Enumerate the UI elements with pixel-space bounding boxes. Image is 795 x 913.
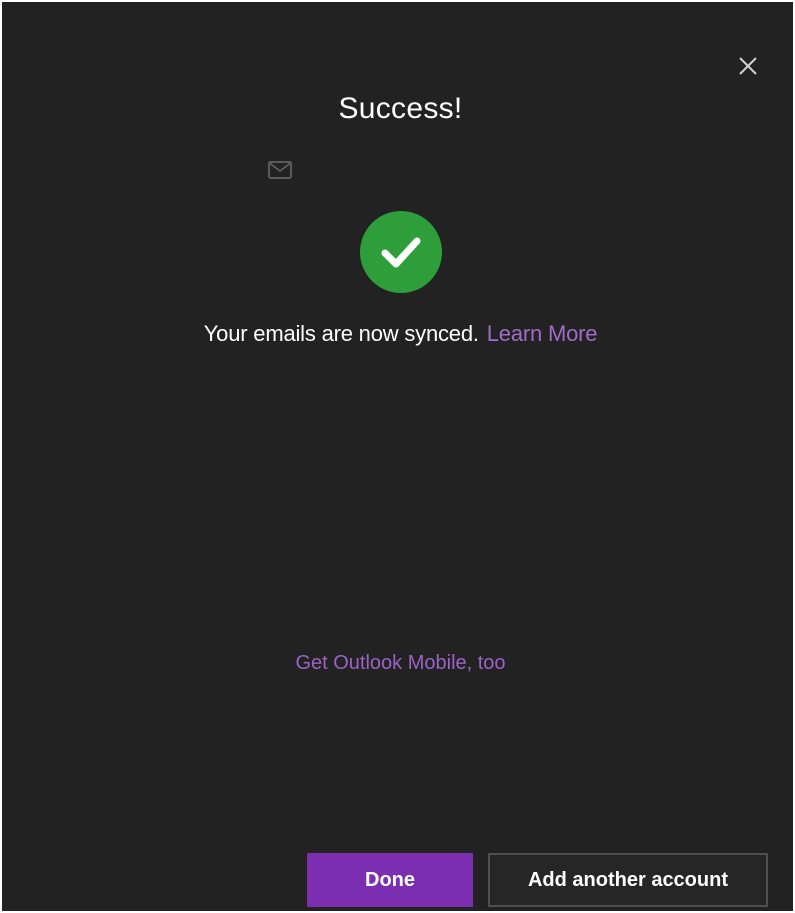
sync-status-text: Your emails are now synced.: [203, 321, 479, 346]
learn-more-link[interactable]: Learn More: [487, 321, 598, 346]
sync-status-message: Your emails are now synced. Learn More: [2, 321, 795, 347]
success-dialog: Success! Your emails are now synced. Lear…: [2, 2, 793, 911]
mail-icon: [268, 161, 292, 179]
done-button[interactable]: Done: [307, 853, 473, 907]
checkmark-circle-icon: [360, 211, 442, 293]
close-icon: [739, 57, 757, 75]
close-button[interactable]: [730, 48, 766, 84]
get-outlook-mobile-link[interactable]: Get Outlook Mobile, too: [2, 652, 795, 675]
dialog-title: Success!: [338, 92, 463, 125]
add-another-account-button[interactable]: Add another account: [488, 853, 768, 907]
